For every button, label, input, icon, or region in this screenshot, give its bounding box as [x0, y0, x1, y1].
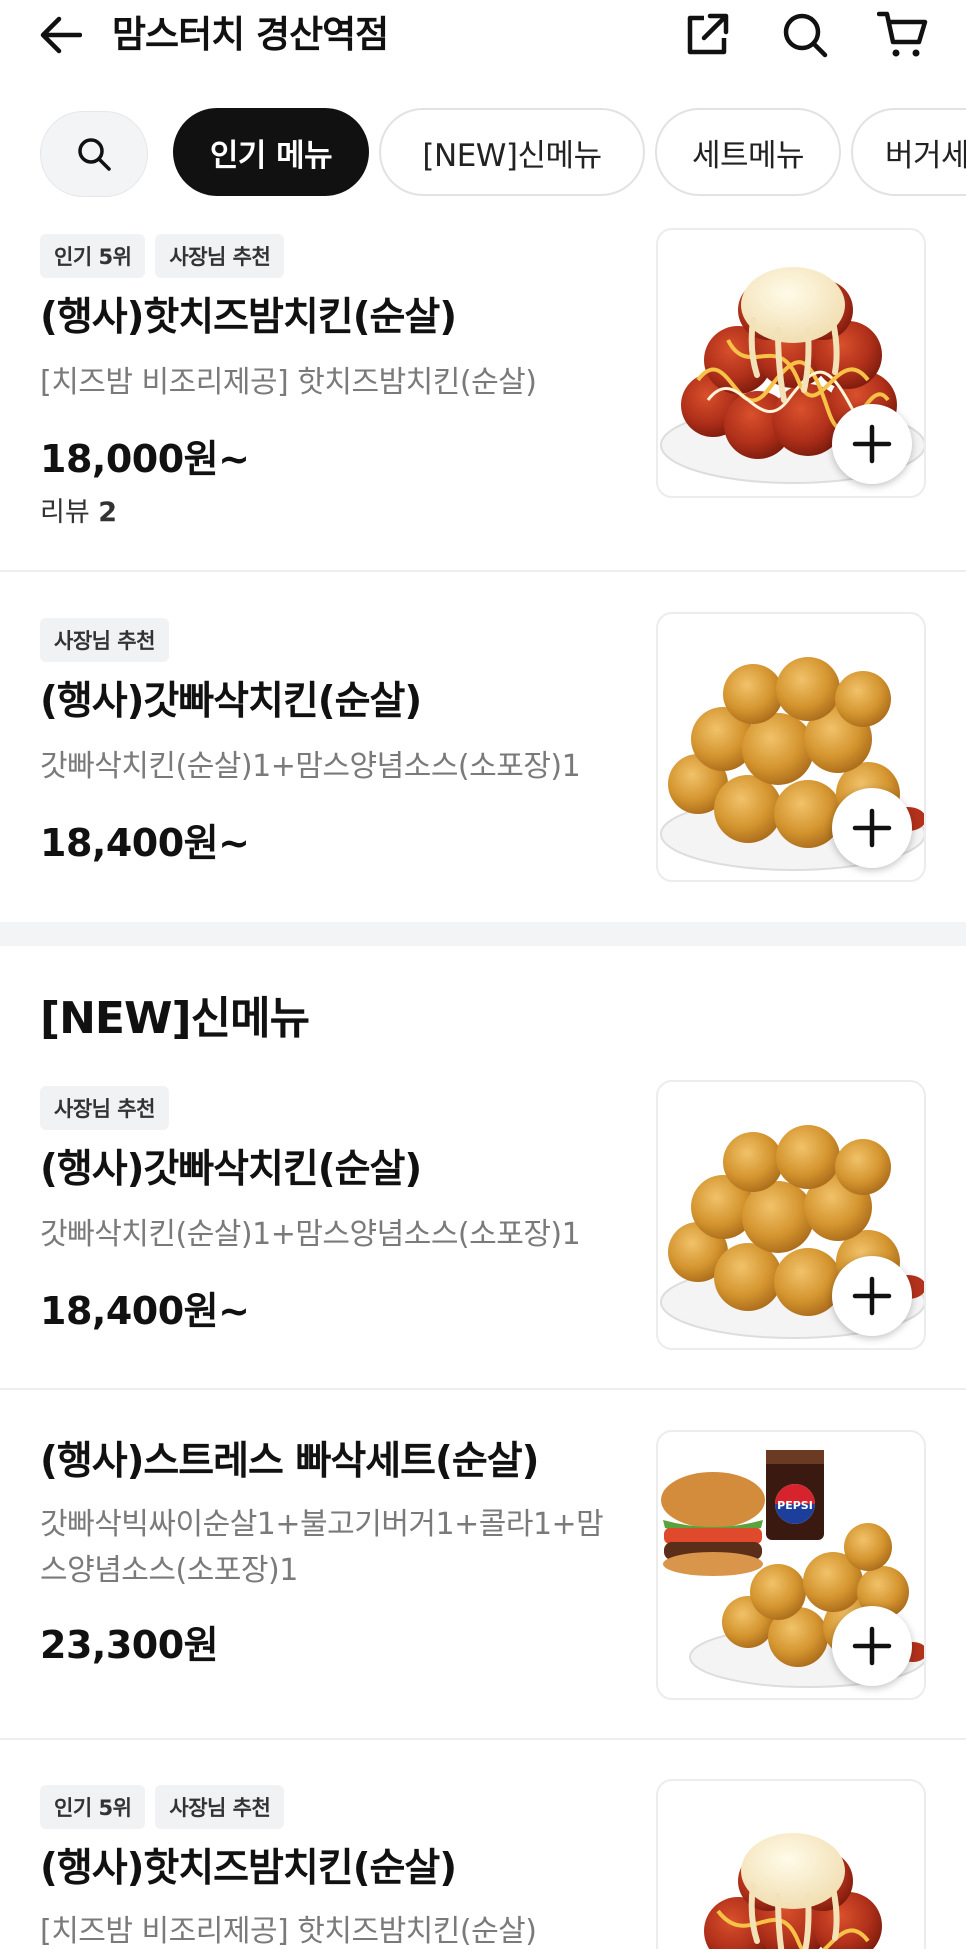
- item-image[interactable]: [656, 228, 926, 498]
- menu-search-button[interactable]: [40, 111, 148, 197]
- share-icon: [687, 13, 729, 55]
- item-divider: [0, 1388, 966, 1390]
- owner-pick-badge: 사장님 추천: [155, 1785, 285, 1829]
- badge-group: 인기 5위 사장님 추천: [40, 1785, 285, 1829]
- menu-item[interactable]: 사장님 추천 (행사)갓빠삭치킨(순살) 갓빠삭치킨(순살)1+맘스양념소스(소…: [0, 1080, 966, 1386]
- add-to-cart-button[interactable]: [832, 1256, 912, 1336]
- tab-new-menu[interactable]: [NEW]신메뉴: [379, 108, 645, 196]
- menu-item[interactable]: 인기 5위 사장님 추천 (행사)핫치즈밤치킨(순살) [치즈밤 비조리제공] …: [0, 228, 966, 572]
- item-name: (행사)핫치즈밤치킨(순살): [40, 1846, 457, 1891]
- item-divider: [0, 570, 966, 572]
- item-description: 갓빠삭치킨(순살)1+맘스양념소스(소포장)1: [40, 1217, 581, 1252]
- plus-icon: [852, 1626, 892, 1666]
- add-to-cart-button[interactable]: [832, 1606, 912, 1686]
- search-icon: [783, 13, 828, 58]
- item-description: [치즈밤 비조리제공] 핫치즈밤치킨(순살): [40, 1914, 537, 1949]
- menu-item[interactable]: (행사)스트레스 빠삭세트(순살) 갓빠삭빅싸이순살1+불고기버거1+콜라1+맘…: [0, 1430, 966, 1730]
- plus-icon: [852, 424, 892, 464]
- pepsi-logo-text: PEPSI: [777, 1499, 813, 1512]
- owner-pick-badge: 사장님 추천: [40, 1086, 169, 1130]
- item-description: 갓빠삭치킨(순살)1+맘스양념소스(소포장)1: [40, 749, 581, 784]
- item-description: [치즈밤 비조리제공] 핫치즈밤치킨(순살): [40, 365, 537, 400]
- cheese-chicken-image: [704, 1833, 882, 1949]
- item-name: (행사)핫치즈밤치킨(순살): [40, 295, 457, 340]
- cart-button[interactable]: [876, 8, 930, 62]
- plus-icon: [852, 808, 892, 848]
- popular-rank-badge: 인기 5위: [40, 234, 146, 278]
- item-description-line-1: 갓빠삭빅싸이순살1+불고기버거1+콜라1+맘: [40, 1507, 604, 1542]
- tab-burger-set[interactable]: 버거세: [851, 108, 966, 196]
- tab-popular-menu[interactable]: 인기 메뉴: [173, 108, 369, 196]
- item-name: (행사)갓빠삭치킨(순살): [40, 679, 422, 724]
- plus-icon: [852, 1276, 892, 1316]
- popular-rank-badge: 인기 5위: [40, 1785, 146, 1829]
- page-title: 맘스터치 경산역점: [112, 13, 389, 56]
- item-price: 18,000원~: [40, 437, 250, 481]
- item-divider: [0, 1738, 966, 1740]
- owner-pick-badge: 사장님 추천: [155, 234, 285, 278]
- item-price: 18,400원~: [40, 1289, 250, 1333]
- share-button[interactable]: [680, 8, 734, 62]
- arrow-left-icon: [40, 16, 82, 54]
- review-count: 2: [98, 497, 118, 528]
- item-image[interactable]: [656, 612, 926, 882]
- item-image[interactable]: [656, 1080, 926, 1350]
- section-title-new-menu: [NEW]신메뉴: [40, 993, 310, 1044]
- top-app-bar: 맘스터치 경산역점: [0, 0, 966, 72]
- menu-item[interactable]: 인기 5위 사장님 추천 (행사)핫치즈밤치킨(순살) [치즈밤 비조리제공] …: [0, 1779, 966, 1949]
- add-to-cart-button[interactable]: [832, 404, 912, 484]
- item-name: (행사)갓빠삭치킨(순살): [40, 1147, 422, 1192]
- item-price: 23,300원: [40, 1623, 219, 1667]
- cart-icon: [877, 11, 928, 57]
- item-image[interactable]: PEPSI: [656, 1430, 926, 1700]
- add-to-cart-button[interactable]: [832, 788, 912, 868]
- review-label: 리뷰: [40, 497, 90, 528]
- category-tabs: 인기 메뉴 [NEW]신메뉴 세트메뉴 버거세: [0, 108, 966, 198]
- search-button[interactable]: [778, 8, 832, 62]
- tab-set-menu[interactable]: 세트메뉴: [655, 108, 841, 196]
- item-image[interactable]: [656, 1779, 926, 1949]
- badge-group: 사장님 추천: [40, 1086, 169, 1130]
- item-name: (행사)스트레스 빠삭세트(순살): [40, 1439, 539, 1484]
- item-description-line-2: 스양념소스(소포장)1: [40, 1553, 298, 1588]
- menu-item[interactable]: 사장님 추천 (행사)갓빠삭치킨(순살) 갓빠삭치킨(순살)1+맘스양념소스(소…: [0, 612, 966, 912]
- item-review-count: 리뷰 2: [40, 490, 117, 529]
- section-separator: [0, 922, 966, 946]
- search-icon: [78, 138, 111, 171]
- owner-pick-badge: 사장님 추천: [40, 618, 169, 662]
- item-price: 18,400원~: [40, 821, 250, 865]
- badge-group: 사장님 추천: [40, 618, 169, 662]
- badge-group: 인기 5위 사장님 추천: [40, 234, 285, 278]
- back-button[interactable]: [36, 12, 86, 58]
